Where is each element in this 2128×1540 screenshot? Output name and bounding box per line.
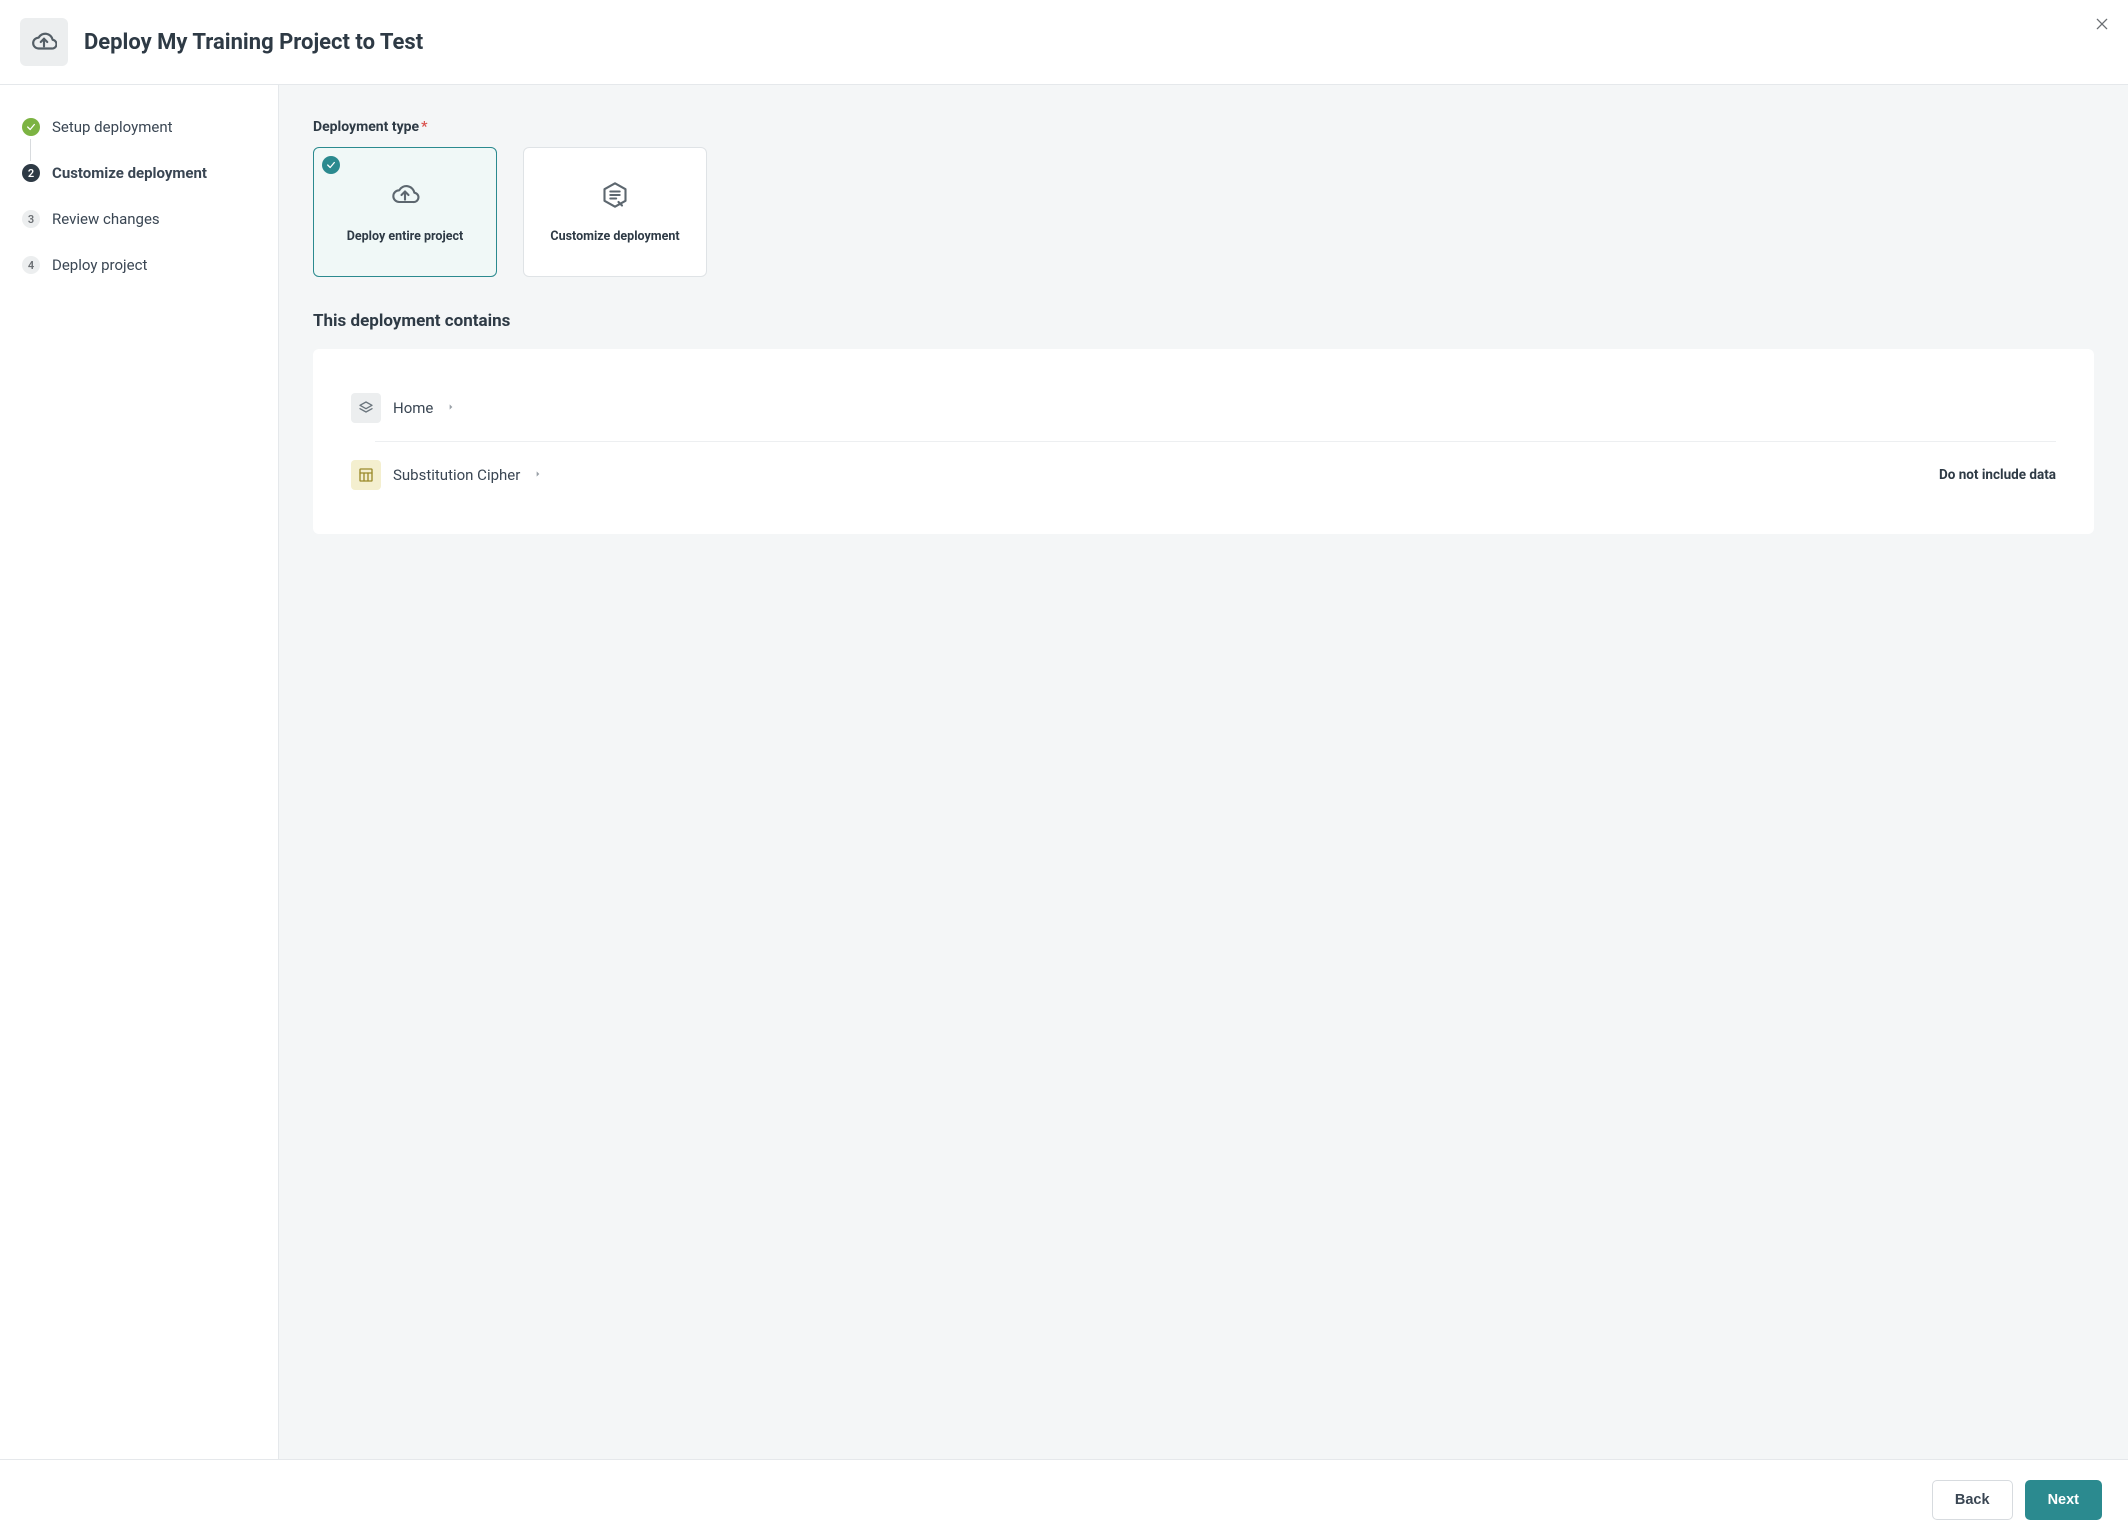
step-label: Customize deployment xyxy=(52,164,207,182)
option-customize-deployment[interactable]: Customize deployment xyxy=(523,147,707,277)
step-setup-deployment[interactable]: Setup deployment xyxy=(22,115,256,139)
body: Setup deployment 2 Customize deployment … xyxy=(0,85,2128,1459)
deployment-contents: Home xyxy=(313,349,2094,534)
step-customize-deployment[interactable]: 2 Customize deployment xyxy=(22,161,256,185)
option-deploy-entire-project[interactable]: Deploy entire project xyxy=(313,147,497,277)
deployment-type-options: Deploy entire project xyxy=(313,147,2094,277)
wizard-steps: Setup deployment 2 Customize deployment … xyxy=(0,85,278,1459)
content-item-home[interactable]: Home xyxy=(351,375,2056,441)
step-connector xyxy=(30,139,31,161)
content-item-substitution-cipher[interactable]: Substitution Cipher Do not include data xyxy=(351,442,2056,508)
do-not-include-data-link[interactable]: Do not include data xyxy=(1939,467,2056,483)
page-title: Deploy My Training Project to Test xyxy=(84,30,423,55)
footer: Back Next xyxy=(0,1459,2128,1540)
close-button[interactable] xyxy=(2090,14,2114,38)
step-label: Deploy project xyxy=(52,256,147,274)
content-item-name: Substitution Cipher xyxy=(393,466,520,484)
chevron-right-icon xyxy=(447,400,455,416)
step-number-icon: 4 xyxy=(22,256,40,274)
cloud-upload-icon xyxy=(388,181,422,213)
table-icon xyxy=(351,460,381,490)
step-review-changes[interactable]: 3 Review changes xyxy=(22,207,256,231)
chevron-right-icon xyxy=(534,467,542,483)
step-label: Review changes xyxy=(52,210,160,228)
deploy-icon xyxy=(20,18,68,66)
check-icon xyxy=(22,118,40,136)
selected-check-icon xyxy=(322,156,340,174)
header: Deploy My Training Project to Test xyxy=(0,0,2128,85)
deploy-wizard: Deploy My Training Project to Test Setup… xyxy=(0,0,2128,1540)
close-icon xyxy=(2094,16,2110,37)
back-button[interactable]: Back xyxy=(1932,1480,2013,1520)
script-icon xyxy=(600,181,630,213)
required-indicator: * xyxy=(421,119,427,135)
step-number-icon: 2 xyxy=(22,164,40,182)
option-label: Deploy entire project xyxy=(347,229,463,244)
step-label: Setup deployment xyxy=(52,118,173,136)
option-label: Customize deployment xyxy=(550,229,679,244)
main-panel: Deployment type* Deploy entire projec xyxy=(278,85,2128,1459)
home-stack-icon xyxy=(351,393,381,423)
step-deploy-project[interactable]: 4 Deploy project xyxy=(22,253,256,277)
deployment-type-text: Deployment type xyxy=(313,119,419,135)
step-number-icon: 3 xyxy=(22,210,40,228)
content-item-name: Home xyxy=(393,399,433,417)
contains-title: This deployment contains xyxy=(313,311,2094,331)
next-button[interactable]: Next xyxy=(2025,1480,2102,1520)
deployment-type-label: Deployment type* xyxy=(313,119,2094,135)
